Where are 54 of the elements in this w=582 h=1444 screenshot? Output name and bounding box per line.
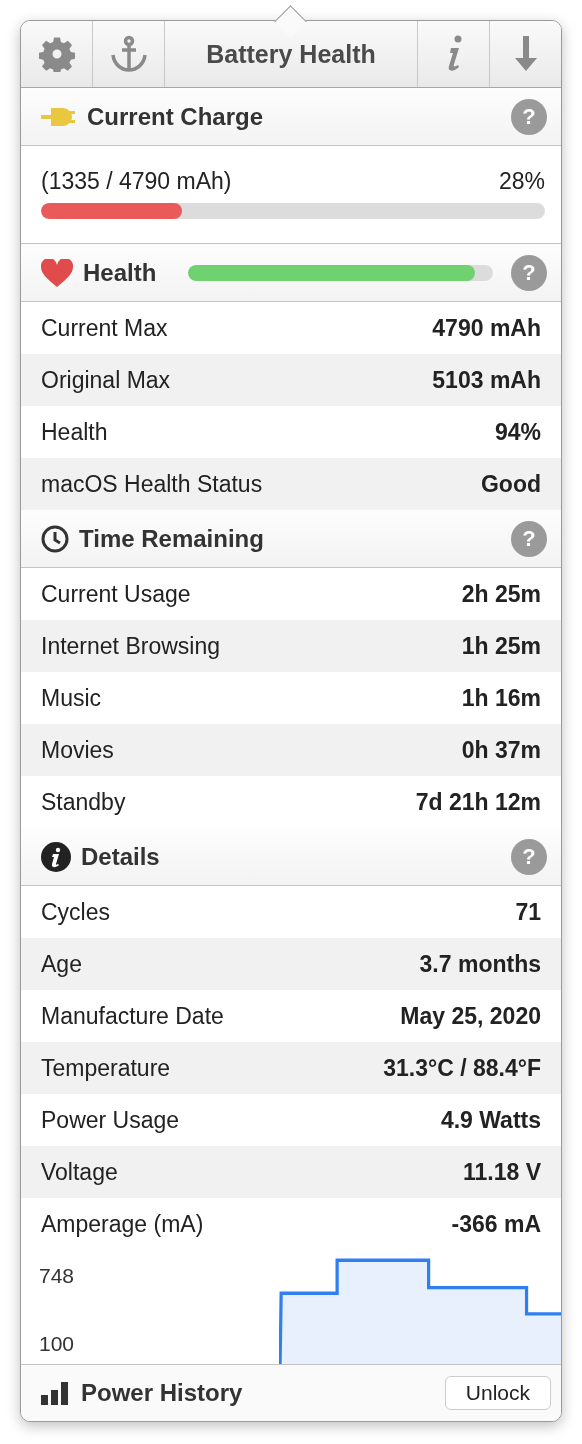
row-label: Voltage bbox=[41, 1158, 118, 1186]
row-value: 11.18 V bbox=[462, 1158, 541, 1186]
row-value: 71 bbox=[515, 898, 541, 926]
row-value: 31.3°C / 88.4°F bbox=[383, 1054, 541, 1082]
row-value: 3.7 months bbox=[419, 950, 541, 978]
unlock-button[interactable]: Unlock bbox=[444, 1376, 551, 1410]
bar-chart-icon bbox=[41, 1381, 71, 1405]
charge-reading: (1335 / 4790 mAh) bbox=[41, 168, 232, 195]
row-label: Internet Browsing bbox=[41, 632, 220, 660]
section-title: Current Charge bbox=[87, 102, 264, 131]
row-value: 1h 25m bbox=[461, 632, 541, 660]
axis-label: 748 bbox=[39, 1264, 76, 1288]
row-label: macOS Health Status bbox=[41, 470, 263, 498]
settings-icon bbox=[38, 36, 75, 72]
heart-icon bbox=[41, 258, 73, 287]
row-label: Music bbox=[41, 684, 102, 712]
help-button[interactable]: ? bbox=[511, 838, 547, 875]
row-value: Good bbox=[480, 470, 541, 498]
row-value: 94% bbox=[494, 418, 541, 446]
axis-label: 100 bbox=[39, 1332, 76, 1356]
section-title: Health bbox=[83, 258, 157, 287]
row-value: May 25, 2020 bbox=[400, 1002, 541, 1030]
row-label: Cycles bbox=[41, 898, 110, 926]
row-label: Standby bbox=[41, 788, 126, 816]
info-circle-icon bbox=[41, 841, 71, 872]
row-value: 1h 16m bbox=[461, 684, 541, 712]
anchor-icon bbox=[108, 35, 149, 73]
row-label: Age bbox=[41, 950, 82, 978]
row-label: Health bbox=[41, 418, 108, 446]
row-value: 7d 21h 12m bbox=[415, 788, 541, 816]
row-label: Current Usage bbox=[41, 580, 191, 608]
row-label: Amperage (mA) bbox=[41, 1210, 204, 1238]
row-label: Manufacture Date bbox=[41, 1002, 224, 1030]
charge-percent: 28% bbox=[498, 168, 545, 195]
section-title: Details bbox=[81, 842, 160, 871]
row-value: 4.9 Watts bbox=[440, 1106, 541, 1134]
clock-icon bbox=[41, 524, 69, 553]
help-button[interactable]: ? bbox=[511, 520, 547, 557]
row-value: 4790 mAh bbox=[432, 314, 541, 342]
row-value: 2h 25m bbox=[461, 580, 541, 608]
row-label: Temperature bbox=[41, 1054, 171, 1082]
row-label: Current Max bbox=[41, 314, 168, 342]
row-label: Movies bbox=[41, 736, 114, 764]
down-arrow-icon bbox=[512, 36, 539, 72]
row-value: 5103 mAh bbox=[432, 366, 541, 394]
help-button[interactable]: ? bbox=[511, 98, 547, 135]
row-label: Original Max bbox=[41, 366, 171, 394]
window-title: Battery Health bbox=[205, 39, 377, 69]
help-button[interactable]: ? bbox=[511, 254, 547, 291]
row-label: Power Usage bbox=[41, 1106, 180, 1134]
footer-title: Power History bbox=[81, 1379, 244, 1407]
row-value: -366 mA bbox=[451, 1210, 541, 1238]
row-value: 0h 37m bbox=[461, 736, 541, 764]
section-title: Time Remaining bbox=[79, 524, 264, 553]
